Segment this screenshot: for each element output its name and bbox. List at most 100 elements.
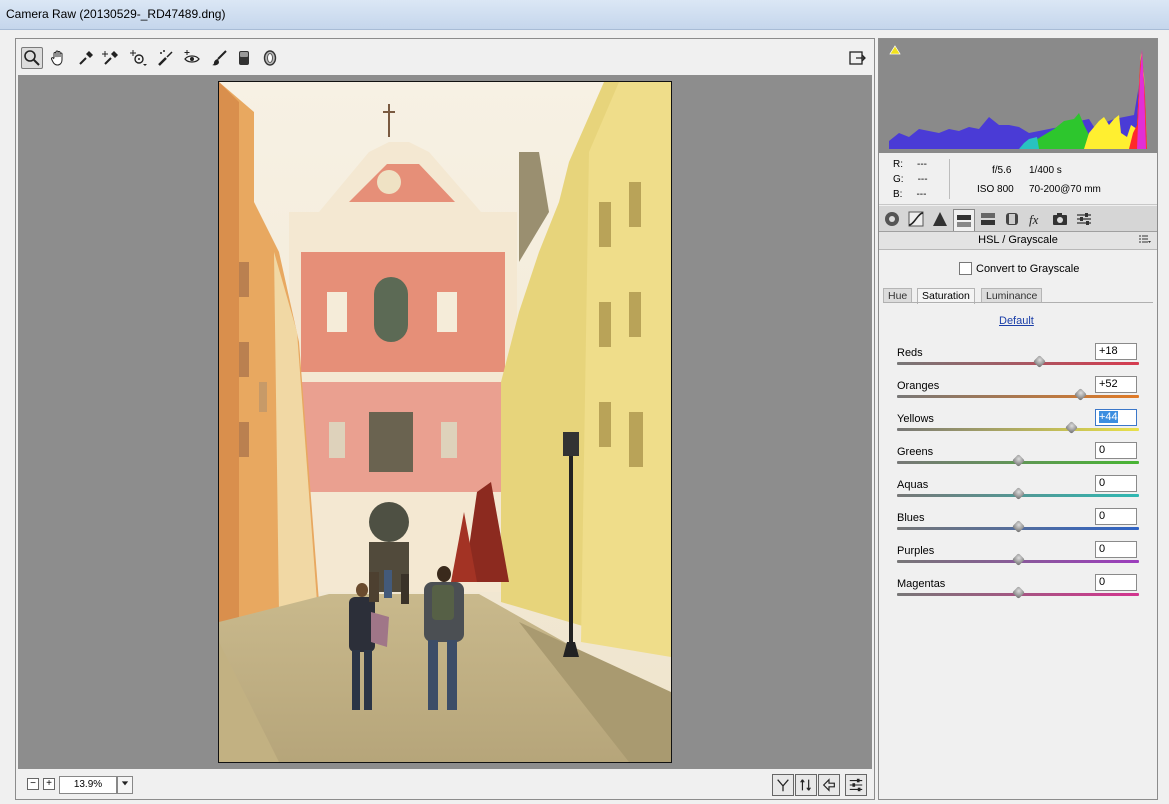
- image-canvas[interactable]: [18, 75, 872, 769]
- slider-thumb[interactable]: [1011, 586, 1025, 599]
- adjustment-brush-tool[interactable]: [208, 47, 230, 69]
- tab-camera-calibration[interactable]: [1049, 209, 1071, 229]
- slider-value-field[interactable]: 0: [1095, 475, 1137, 492]
- slider-magentas: Magentas 0: [897, 574, 1141, 611]
- slider-thumb[interactable]: [1033, 355, 1047, 368]
- copy-settings-button[interactable]: [818, 774, 840, 796]
- panel-menu-button[interactable]: [1139, 235, 1151, 245]
- tab-lens-corrections[interactable]: [1001, 209, 1023, 229]
- slider-value-text: +52: [1099, 378, 1118, 390]
- photo-image: [219, 82, 671, 762]
- slider-value-field[interactable]: 0: [1095, 508, 1137, 525]
- tab-hue[interactable]: Hue: [883, 288, 913, 303]
- slider-label: Aquas: [897, 479, 929, 491]
- hand-tool[interactable]: [47, 47, 69, 69]
- slider-track[interactable]: [897, 395, 1139, 398]
- tool-bar: [16, 39, 874, 75]
- before-after-toggle-button[interactable]: [772, 774, 794, 796]
- aperture-icon: [885, 212, 899, 226]
- slider-thumb[interactable]: [1011, 454, 1025, 467]
- slider-value-text: 0: [1099, 543, 1106, 555]
- subtab-divider: [883, 302, 1153, 303]
- histogram-graph: [889, 49, 1147, 149]
- b-label: B:: [893, 189, 903, 200]
- convert-grayscale-label: Convert to Grayscale: [976, 263, 1080, 275]
- tab-presets[interactable]: [1073, 209, 1095, 229]
- slider-value-field[interactable]: +18: [1095, 343, 1137, 360]
- slider-value-field[interactable]: +52: [1095, 376, 1137, 393]
- split-toning-icon: [981, 213, 995, 225]
- presets-icon: [1077, 213, 1091, 225]
- tab-hsl[interactable]: [953, 209, 975, 231]
- red-eye-icon: [184, 50, 200, 63]
- slider-label: Purples: [897, 545, 935, 557]
- eyedropper-icon: [79, 51, 93, 65]
- radial-filter-tool[interactable]: [259, 47, 281, 69]
- fx-icon: fx: [1029, 212, 1039, 227]
- slider-value-field[interactable]: +44: [1095, 409, 1137, 426]
- iso-value: ISO 800: [977, 184, 1014, 195]
- tab-split-toning[interactable]: [977, 209, 999, 229]
- swap-icon: [800, 779, 811, 791]
- info-divider: [949, 159, 950, 199]
- convert-grayscale-checkbox[interactable]: [959, 262, 972, 275]
- fullscreen-button[interactable]: [846, 47, 868, 69]
- swap-settings-button[interactable]: [795, 774, 817, 796]
- zoom-dropdown-button[interactable]: [117, 776, 133, 794]
- preview-preferences-button[interactable]: [845, 774, 867, 796]
- slider-thumb[interactable]: [1064, 421, 1078, 434]
- tab-detail[interactable]: [929, 209, 951, 229]
- g-value: ---: [917, 174, 928, 185]
- slider-thumb[interactable]: [1074, 388, 1088, 401]
- tab-effects[interactable]: fx: [1025, 209, 1047, 229]
- before-after-icon: [777, 779, 789, 792]
- title-bar: Camera Raw (20130529-_RD47489.dng): [0, 0, 1169, 30]
- copy-arrow-icon: [822, 778, 835, 792]
- chevron-down-icon: [121, 781, 129, 786]
- slider-label: Oranges: [897, 380, 940, 392]
- lens-icon: [1006, 213, 1018, 225]
- photo-preview[interactable]: [218, 81, 672, 763]
- zoom-tool[interactable]: [21, 47, 43, 69]
- lens-value: 70-200@70 mm: [1029, 184, 1101, 195]
- slider-label: Blues: [897, 512, 925, 524]
- slider-value-field[interactable]: 0: [1095, 574, 1137, 591]
- detail-icon: [933, 212, 947, 226]
- camera-icon: [1053, 213, 1067, 225]
- color-sampler-tool[interactable]: [100, 47, 122, 69]
- slider-value-text: 0: [1099, 477, 1106, 489]
- zoom-in-button[interactable]: +: [43, 778, 55, 790]
- shutter-value: 1/400 s: [1029, 165, 1062, 176]
- default-link[interactable]: Default: [999, 315, 1034, 327]
- target-adjust-icon: [130, 50, 147, 66]
- image-info: R: --- G: --- B: --- f/5.6 1/400 s ISO 800 …: [879, 153, 1157, 205]
- graduated-filter-icon: [239, 51, 249, 65]
- status-bar: − + 13.9%: [16, 771, 874, 799]
- svg-text:fx: fx: [1029, 212, 1039, 227]
- slider-value-field[interactable]: 0: [1095, 541, 1137, 558]
- targeted-adjustment-tool[interactable]: [127, 47, 149, 69]
- spot-removal-tool[interactable]: [155, 47, 177, 69]
- slider-label: Yellows: [897, 413, 934, 425]
- tab-tone-curve[interactable]: [905, 209, 927, 229]
- g-label: G:: [893, 174, 904, 185]
- r-value: ---: [917, 159, 927, 170]
- brush-icon: [212, 50, 227, 66]
- slider-value-field[interactable]: 0: [1095, 442, 1137, 459]
- slider-thumb[interactable]: [1011, 520, 1025, 533]
- slider-thumb[interactable]: [1011, 553, 1025, 566]
- magnifier-icon: [24, 50, 40, 66]
- tab-luminance[interactable]: Luminance: [981, 288, 1043, 303]
- r-label: R:: [893, 159, 903, 170]
- graduated-filter-tool[interactable]: [233, 47, 255, 69]
- white-balance-tool[interactable]: [75, 47, 97, 69]
- zoom-level-field[interactable]: 13.9%: [59, 776, 117, 794]
- slider-track[interactable]: [897, 428, 1139, 431]
- slider-track[interactable]: [897, 362, 1139, 365]
- red-eye-tool[interactable]: [181, 47, 203, 69]
- tab-basic[interactable]: [881, 209, 903, 229]
- histogram: [879, 39, 1157, 153]
- slider-thumb[interactable]: [1011, 487, 1025, 500]
- preview-panel: − + 13.9%: [15, 38, 875, 800]
- zoom-out-button[interactable]: −: [27, 778, 39, 790]
